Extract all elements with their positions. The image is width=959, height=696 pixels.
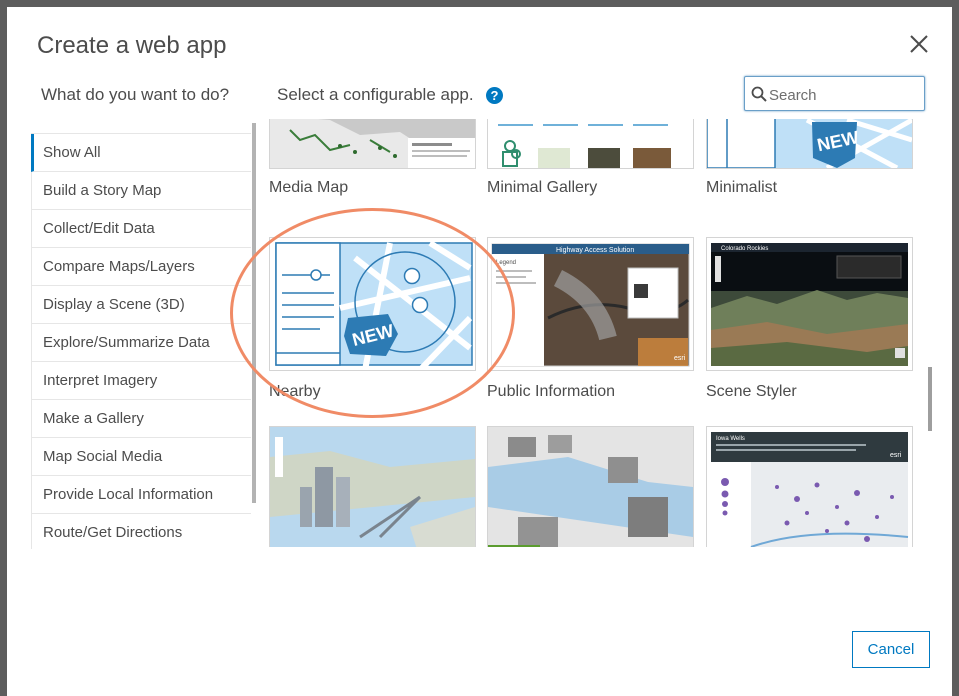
app-thumbnail bbox=[487, 426, 694, 547]
app-card-label: Media Map bbox=[269, 179, 349, 196]
app-thumbnail: Highway Access Solution Legend esri bbox=[487, 237, 694, 371]
app-thumbnail: NEW bbox=[706, 119, 913, 169]
app-gallery: Media Map Minimal Gallery NEW Minimalist… bbox=[263, 119, 933, 547]
app-thumbnail: Colorado Rockies bbox=[706, 237, 913, 371]
app-thumbnail: Iowa Wells esri bbox=[706, 426, 913, 547]
sidebar-item-route-directions[interactable]: Route/Get Directions bbox=[31, 514, 251, 549]
sidebar-item-interpret-imagery[interactable]: Interpret Imagery bbox=[31, 362, 251, 400]
dialog-title: Create a web app bbox=[37, 32, 227, 59]
sidebar-item-collect-edit-data[interactable]: Collect/Edit Data bbox=[31, 210, 251, 248]
app-thumbnail bbox=[487, 119, 694, 169]
search-input[interactable] bbox=[767, 83, 921, 107]
gallery-scrollbar[interactable] bbox=[928, 367, 932, 431]
task-question: What do you want to do? bbox=[41, 85, 230, 104]
sidebar-item-build-story-map[interactable]: Build a Story Map bbox=[31, 172, 251, 210]
thumb-title: Highway Access Solution bbox=[556, 247, 634, 254]
category-sidebar: Show All Build a Story Map Collect/Edit … bbox=[31, 133, 251, 549]
app-question: Select a configurable app. bbox=[277, 85, 474, 104]
sidebar-item-explore-data[interactable]: Explore/Summarize Data bbox=[31, 324, 251, 362]
cancel-button[interactable]: Cancel bbox=[852, 631, 930, 668]
thumb-sidebar-label: Legend bbox=[496, 260, 516, 266]
esri-logo: esri bbox=[890, 452, 902, 459]
app-card-label: Minimalist bbox=[706, 179, 778, 196]
sidebar-item-map-social-media[interactable]: Map Social Media bbox=[31, 438, 251, 476]
app-card-label: Nearby bbox=[269, 383, 321, 400]
app-thumbnail bbox=[269, 119, 476, 169]
sidebar-item-display-scene[interactable]: Display a Scene (3D) bbox=[31, 286, 251, 324]
sidebar-item-local-information[interactable]: Provide Local Information bbox=[31, 476, 251, 514]
help-icon[interactable]: ? bbox=[486, 87, 503, 104]
esri-logo: esri bbox=[674, 355, 686, 362]
search-box[interactable] bbox=[744, 76, 925, 111]
close-icon[interactable] bbox=[905, 30, 933, 58]
create-web-app-dialog: Create a web app What do you want to do?… bbox=[7, 7, 952, 696]
thumb-title: Iowa Wells bbox=[716, 436, 745, 442]
search-icon bbox=[751, 86, 767, 102]
thumb-title: Colorado Rockies bbox=[721, 246, 768, 252]
app-card-label: Scene Styler bbox=[706, 383, 797, 400]
sidebar-item-show-all[interactable]: Show All bbox=[31, 134, 251, 172]
sidebar-scrollbar[interactable] bbox=[252, 123, 256, 503]
sidebar-item-make-gallery[interactable]: Make a Gallery bbox=[31, 400, 251, 438]
sidebar-item-compare-maps[interactable]: Compare Maps/Layers bbox=[31, 248, 251, 286]
app-card-label: Minimal Gallery bbox=[487, 179, 598, 196]
app-thumbnail: NEW bbox=[269, 237, 476, 371]
app-card-label: Public Information bbox=[487, 383, 616, 400]
app-thumbnail bbox=[269, 426, 476, 547]
